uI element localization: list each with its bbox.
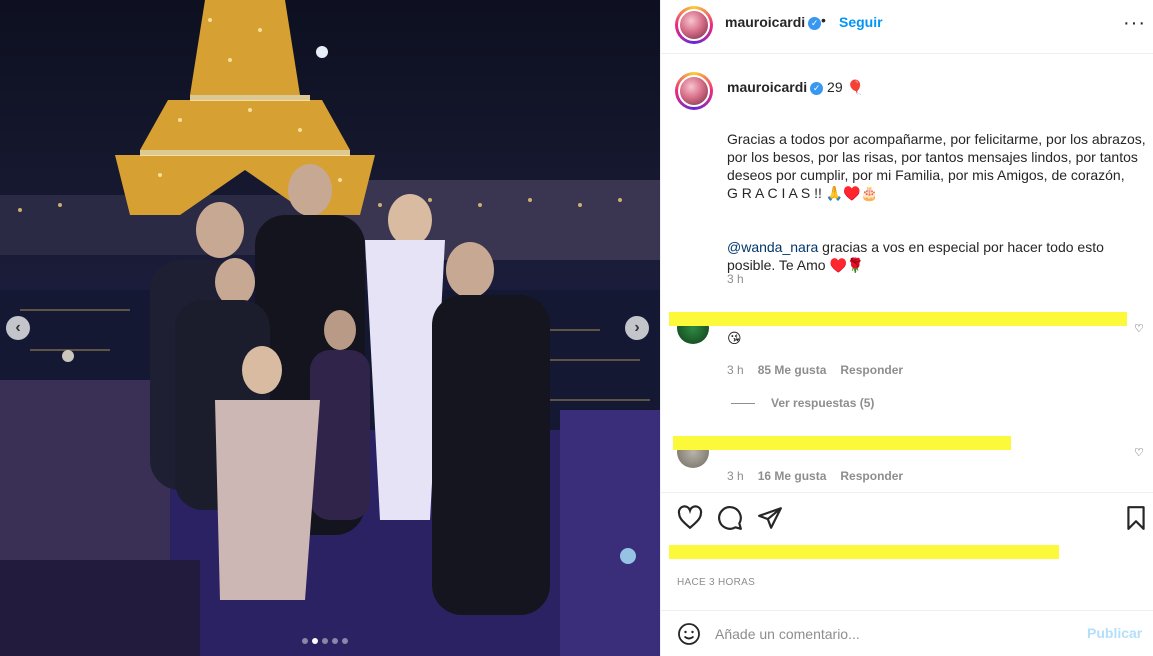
like-heart-icon[interactable] — [677, 505, 703, 531]
redacted-comment-text — [673, 436, 1011, 450]
view-replies-label: Ver respuestas (5) — [771, 396, 875, 410]
carousel-next-button[interactable]: › — [625, 316, 649, 340]
action-bar — [661, 492, 1153, 544]
emoji-smiley-icon[interactable] — [677, 622, 701, 646]
carousel-dot — [302, 638, 308, 644]
post-modal: ‹ › mauroicardi ✓ • Seguir ··· mauroicard… — [0, 0, 1153, 656]
mention-link[interactable]: @wanda_nara — [727, 239, 818, 255]
carousel-dot — [332, 638, 338, 644]
redacted-comment-text — [669, 312, 1127, 326]
verified-badge-icon: ✓ — [808, 16, 822, 30]
carousel-prev-button[interactable]: ‹ — [6, 316, 30, 340]
comment-bubble-icon[interactable] — [717, 505, 743, 531]
publish-button[interactable]: Publicar — [1087, 625, 1142, 641]
carousel-indicator — [302, 638, 348, 644]
caption-username-text: mauroicardi — [727, 79, 808, 95]
carousel-dot — [322, 638, 328, 644]
caption-body: Gracias a todos por acompañarme, por fel… — [727, 112, 1147, 274]
caption-time: 3 h — [727, 272, 744, 286]
share-send-icon[interactable] — [757, 505, 783, 531]
avatar[interactable] — [675, 6, 713, 44]
post-side-panel: mauroicardi ✓ • Seguir ··· mauroicardi ✓ 2… — [660, 0, 1153, 656]
like-comment-heart-icon[interactable]: ♡ — [1134, 322, 1144, 335]
comment-time: 3 h — [727, 363, 744, 377]
header-separator: • — [821, 12, 826, 28]
follow-button[interactable]: Seguir — [839, 14, 883, 30]
header-username[interactable]: mauroicardi ✓ — [725, 14, 822, 30]
chevron-left-icon: ‹ — [15, 319, 21, 336]
comment-emoji: 😘 — [727, 330, 742, 346]
caption-headline: 29 🎈 — [827, 79, 864, 95]
comment-meta: 3 h 85 Me gusta Responder — [727, 363, 903, 377]
reply-button[interactable]: Responder — [840, 469, 903, 483]
post-photo[interactable]: ‹ › — [0, 0, 660, 656]
comment-meta: 3 h 16 Me gusta Responder — [727, 469, 903, 483]
chevron-right-icon: › — [634, 319, 640, 336]
post-time-ago: HACE 3 HORAS — [677, 577, 756, 588]
verified-badge-icon: ✓ — [810, 81, 824, 95]
photo-illustration — [0, 0, 660, 656]
comment-time: 3 h — [727, 469, 744, 483]
carousel-dot — [342, 638, 348, 644]
post-header: mauroicardi ✓ • Seguir ··· — [661, 0, 1153, 54]
carousel-dot-active — [312, 638, 318, 644]
more-options-icon[interactable]: ··· — [1123, 12, 1146, 35]
caption-avatar[interactable] — [675, 72, 713, 110]
caption-text: Gracias a todos por acompañarme, por fel… — [727, 131, 1146, 201]
reply-button[interactable]: Responder — [840, 363, 903, 377]
comment-composer: Publicar — [661, 610, 1153, 656]
caption-header: mauroicardi ✓ 29 🎈 — [727, 79, 864, 96]
header-username-text: mauroicardi — [725, 14, 806, 30]
comment-likes[interactable]: 16 Me gusta — [758, 469, 827, 483]
caption-username[interactable]: mauroicardi ✓ — [727, 79, 824, 95]
redacted-likes-line — [669, 545, 1059, 559]
view-replies-button[interactable]: Ver respuestas (5) — [731, 396, 874, 410]
save-bookmark-icon[interactable] — [1123, 505, 1149, 531]
like-comment-heart-icon[interactable]: ♡ — [1134, 446, 1144, 459]
comment-likes[interactable]: 85 Me gusta — [758, 363, 827, 377]
comment-input[interactable] — [715, 623, 1075, 645]
